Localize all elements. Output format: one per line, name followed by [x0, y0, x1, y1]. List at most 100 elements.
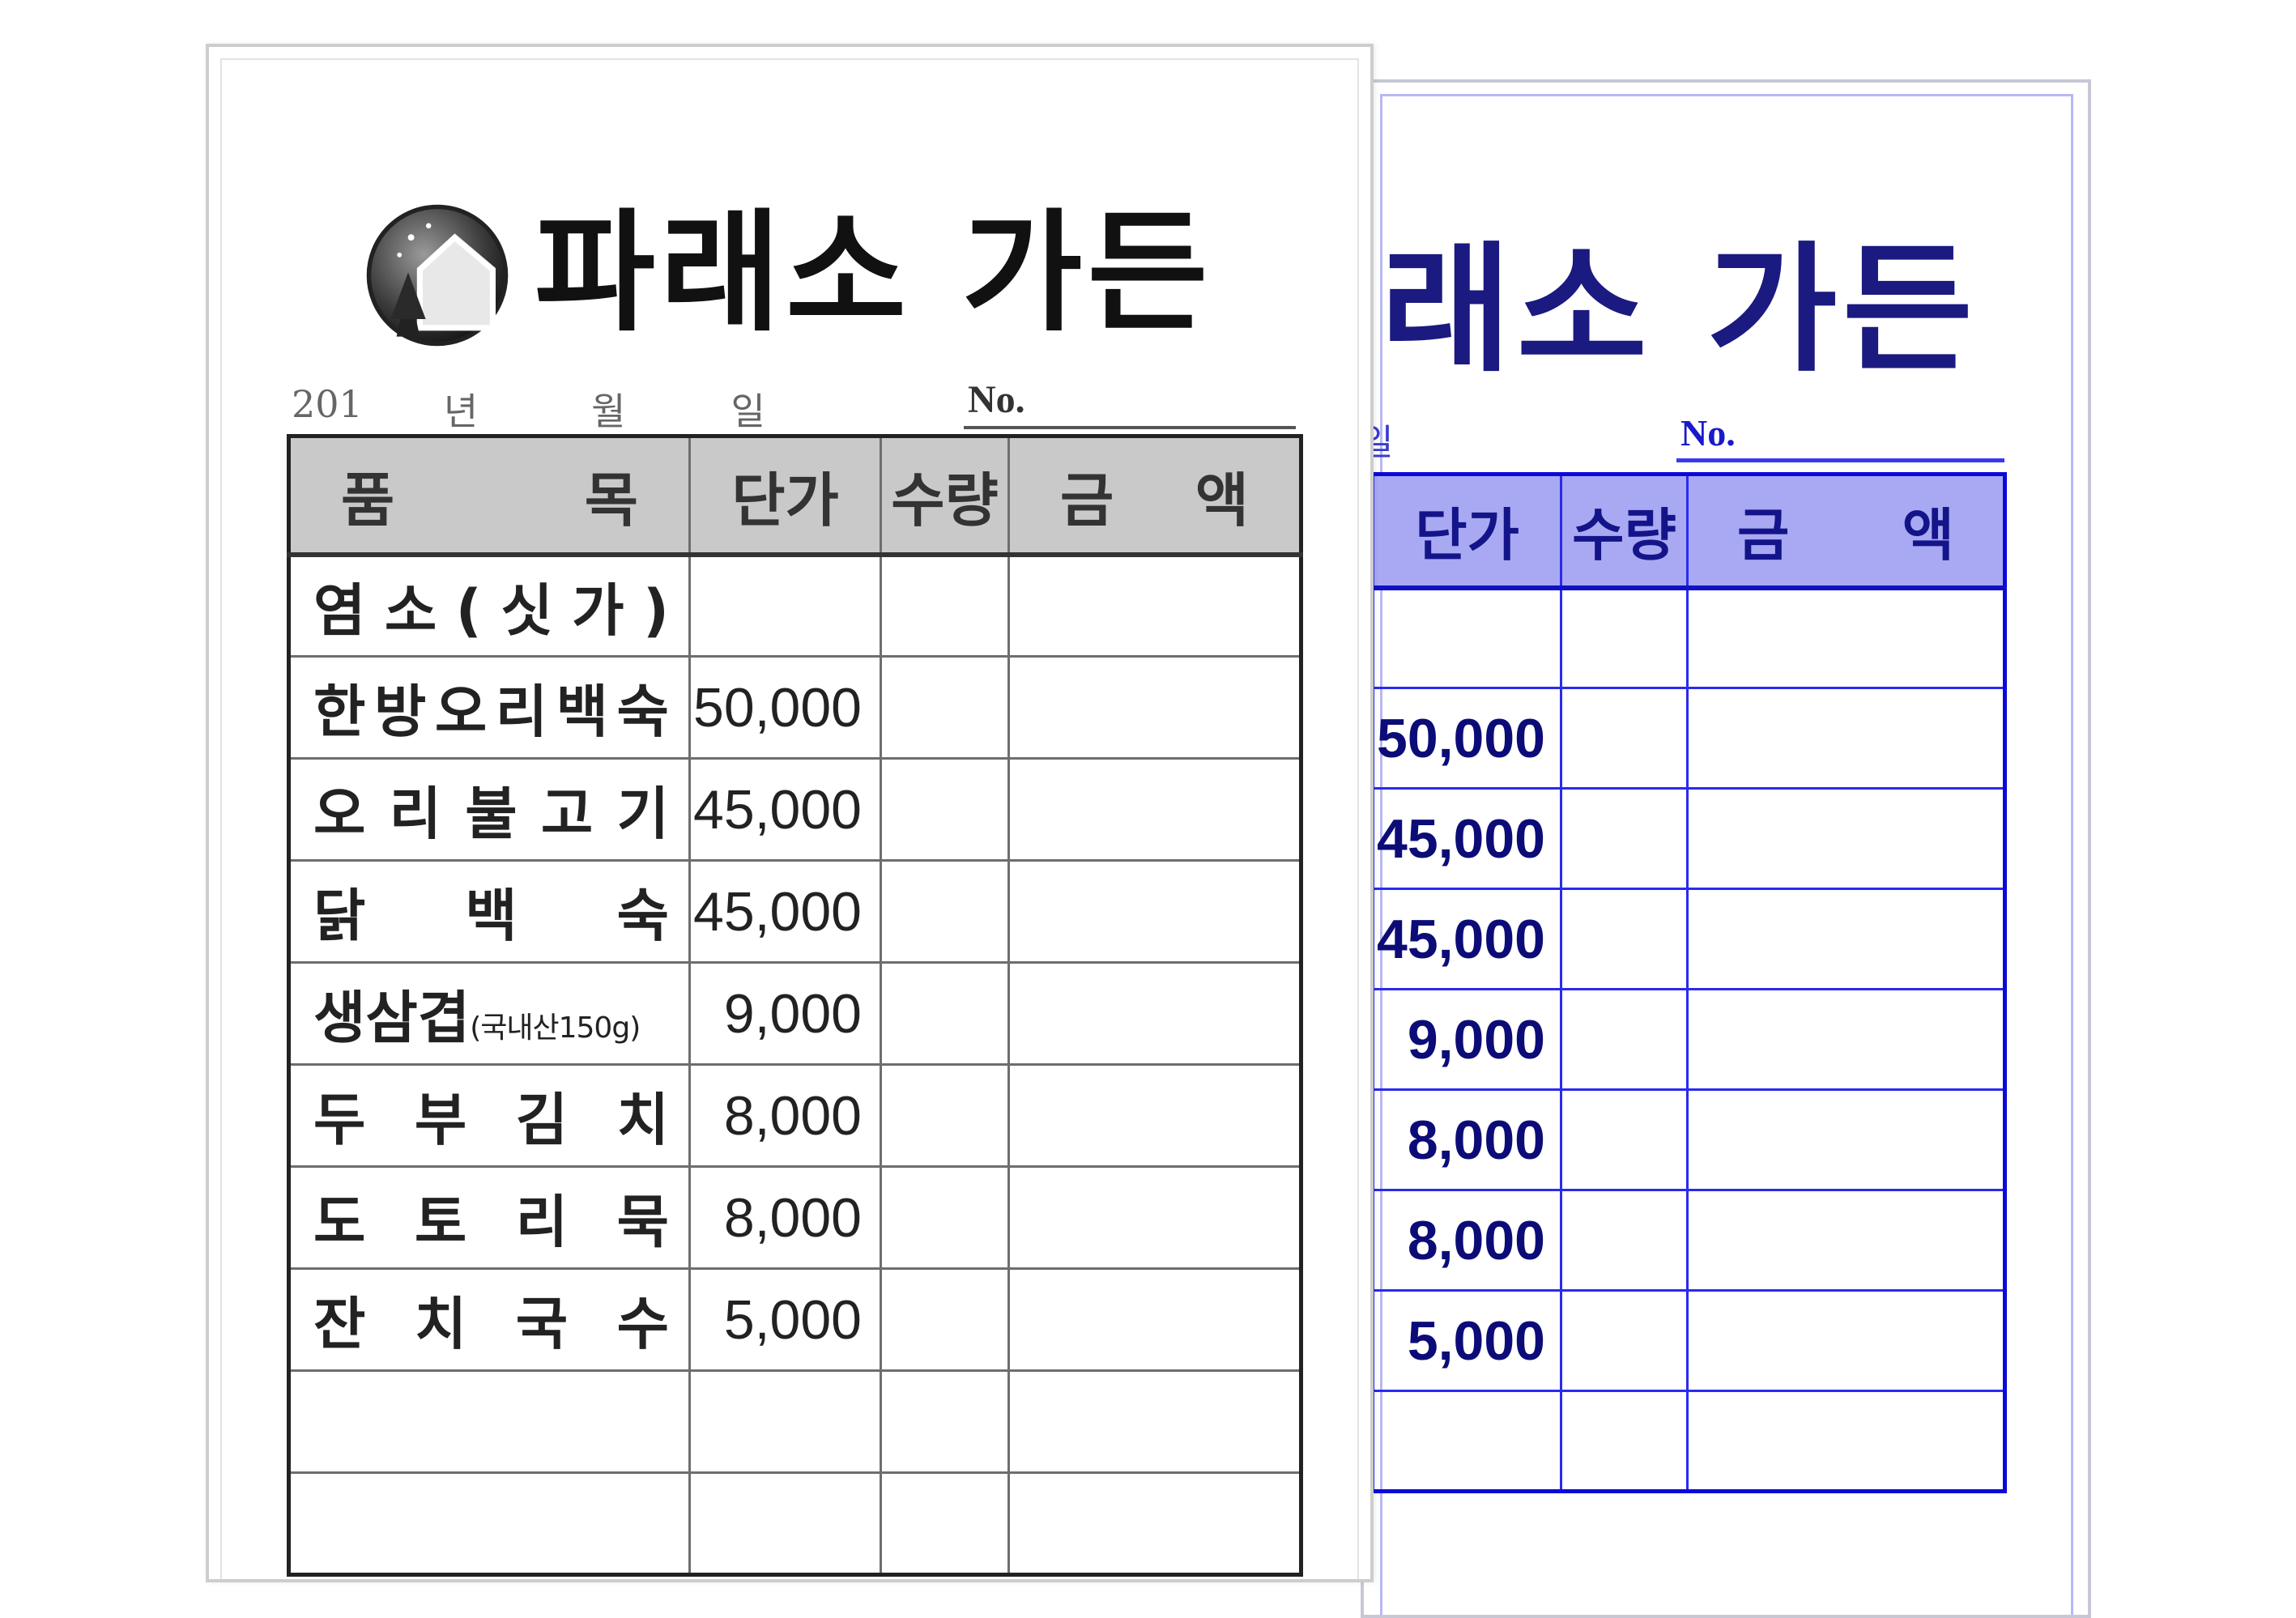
date-line: 201 년 월 일: [292, 382, 765, 436]
blue-table-row: [1331, 586, 2006, 689]
blue-header-amount: 금 액: [1686, 473, 2006, 590]
unit-price-cell: 8,000: [688, 1063, 882, 1168]
table-row: [288, 1369, 1302, 1474]
item-cell: 도토리묵: [288, 1165, 691, 1270]
quantity-cell[interactable]: [880, 757, 1010, 862]
item-name: 두부김치: [313, 1087, 669, 1153]
blue-table-row: 45,000: [1331, 787, 2006, 890]
blue-quantity-cell[interactable]: [1560, 988, 1689, 1091]
item-note: (국내산150g): [470, 1011, 641, 1045]
blue-quantity-cell[interactable]: [1560, 1390, 1689, 1492]
item-name: 한방오리백숙: [313, 679, 669, 745]
item-cell: [288, 1369, 691, 1474]
blue-amount-cell[interactable]: [1686, 988, 2006, 1091]
quantity-cell[interactable]: [880, 1267, 1010, 1372]
table-row: [288, 1471, 1302, 1576]
amount-cell[interactable]: [1007, 553, 1302, 658]
quantity-cell[interactable]: [880, 1165, 1010, 1270]
item-name: 잔치국수: [313, 1291, 669, 1357]
blue-amount-cell[interactable]: [1686, 1289, 2006, 1392]
table-row: 염 소(싯 가): [288, 553, 1302, 658]
unit-price-cell: [688, 1369, 882, 1474]
blue-quantity-cell[interactable]: [1560, 1189, 1689, 1292]
blue-unit-price-cell: [1372, 1390, 1562, 1492]
item-cell: 오리불고기: [288, 757, 691, 862]
item-cell: 염 소(싯 가): [288, 553, 691, 658]
blue-unit-price-cell: 45,000: [1372, 888, 1562, 990]
item-cell: 닭백숙: [288, 859, 691, 964]
invoice-number-underline: [964, 426, 1296, 429]
blue-quantity-cell[interactable]: [1560, 1088, 1689, 1191]
blue-table-row: 45,000: [1331, 888, 2006, 990]
blue-unit-price-cell: [1372, 586, 1562, 689]
blue-table-row: 5,000: [1331, 1289, 2006, 1392]
blue-amount-cell[interactable]: [1686, 586, 2006, 689]
amount-cell[interactable]: [1007, 1063, 1302, 1168]
blue-table-row: 50,000: [1331, 687, 2006, 790]
amount-cell[interactable]: [1007, 757, 1302, 862]
unit-price-cell: 9,000: [688, 961, 882, 1066]
blue-table-row: [1331, 1390, 2006, 1492]
blue-amount-cell[interactable]: [1686, 888, 2006, 990]
item-name: 염 소(싯 가): [313, 577, 669, 644]
item-name: 도토리묵: [313, 1189, 669, 1255]
shop-title: 파래소 가든: [535, 198, 1213, 350]
blue-quantity-cell[interactable]: [1560, 787, 1689, 890]
blue-table-row: 9,000: [1331, 988, 2006, 1091]
blue-quantity-cell[interactable]: [1560, 1289, 1689, 1392]
item-name: 닭백숙: [313, 883, 669, 949]
quantity-cell[interactable]: [880, 1471, 1010, 1576]
unit-price-cell: [688, 1471, 882, 1576]
item-name: 오리불고기: [313, 781, 669, 847]
blue-unit-price-cell: 45,000: [1372, 787, 1562, 890]
blue-amount-cell[interactable]: [1686, 787, 2006, 890]
blue-amount-cell[interactable]: [1686, 1390, 2006, 1492]
blue-table-row: 8,000: [1331, 1088, 2006, 1191]
blue-amount-cell[interactable]: [1686, 687, 2006, 790]
quantity-cell[interactable]: [880, 859, 1010, 964]
header-unit-price: 단가: [688, 435, 882, 557]
gray-table-header-row: 품 목 단가 수량 금 액: [288, 435, 1302, 557]
amount-cell[interactable]: [1007, 859, 1302, 964]
item-cell: 잔치국수: [288, 1267, 691, 1372]
blue-amount-cell[interactable]: [1686, 1088, 2006, 1191]
blue-quantity-cell[interactable]: [1560, 888, 1689, 990]
blue-quantity-cell[interactable]: [1560, 586, 1689, 689]
blue-amount-cell[interactable]: [1686, 1189, 2006, 1292]
header-amount: 금 액: [1007, 435, 1302, 557]
unit-price-cell: 8,000: [688, 1165, 882, 1270]
amount-cell[interactable]: [1007, 1471, 1302, 1576]
amount-cell[interactable]: [1007, 961, 1302, 1066]
item-cell: 한방오리백숙: [288, 655, 691, 760]
date-month-unit: 월: [591, 390, 626, 433]
blue-number-underline: [1676, 458, 2004, 462]
quantity-cell[interactable]: [880, 1369, 1010, 1474]
blue-table-header-row: 단가 수량 금 액: [1331, 473, 2006, 590]
amount-cell[interactable]: [1007, 1165, 1302, 1270]
blue-quantity-cell[interactable]: [1560, 687, 1689, 790]
header-item: 품 목: [288, 435, 691, 557]
blue-unit-price-cell: 9,000: [1372, 988, 1562, 1091]
blue-unit-price-cell: 8,000: [1372, 1088, 1562, 1191]
quantity-cell[interactable]: [880, 553, 1010, 658]
amount-cell[interactable]: [1007, 655, 1302, 760]
quantity-cell[interactable]: [880, 961, 1010, 1066]
table-row: 잔 치 국 수 5,000: [288, 1267, 1302, 1372]
amount-cell[interactable]: [1007, 1369, 1302, 1474]
amount-cell[interactable]: [1007, 1267, 1302, 1372]
item-cell: 두부김치: [288, 1063, 691, 1168]
unit-price-cell: 45,000: [688, 859, 882, 964]
item-name: 생 삼 겹 (국내산150g): [313, 985, 641, 1051]
date-day-unit: 일: [731, 390, 765, 433]
table-row: 오 리 불 고 기 45,000: [288, 757, 1302, 862]
blue-header-unit-price: 단가: [1372, 473, 1562, 590]
quantity-cell[interactable]: [880, 1063, 1010, 1168]
blue-unit-price-cell: 8,000: [1372, 1189, 1562, 1292]
unit-price-cell: 50,000: [688, 655, 882, 760]
invoice-number-label: No.: [968, 378, 1025, 421]
blue-unit-price-cell: 50,000: [1372, 687, 1562, 790]
unit-price-cell: 5,000: [688, 1267, 882, 1372]
quantity-cell[interactable]: [880, 655, 1010, 760]
unit-price-cell: 45,000: [688, 757, 882, 862]
item-cell: [288, 1471, 691, 1576]
